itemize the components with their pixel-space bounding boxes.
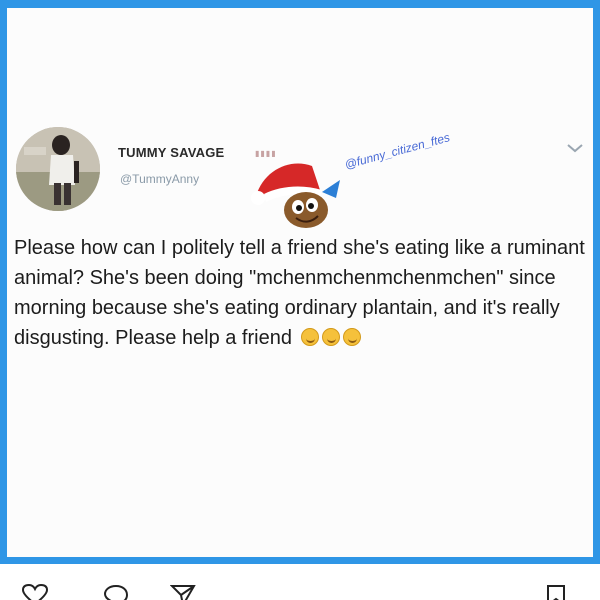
smile-emoji-icon [300, 328, 319, 346]
bookmark-icon[interactable] [546, 584, 566, 600]
post-action-bar [0, 574, 600, 600]
user-handle[interactable]: @TummyAnny [120, 172, 199, 186]
comment-icon[interactable] [103, 584, 129, 600]
chevron-down-icon[interactable] [566, 142, 584, 154]
tweet-body: Please how can I politely tell a friend … [14, 237, 585, 349]
santa-mascot-sticker [251, 163, 340, 228]
display-name[interactable]: TUMMY SAVAGE [118, 145, 224, 160]
smile-emoji-icon [342, 328, 361, 346]
tweet-text: Please how can I politely tell a friend … [14, 233, 589, 353]
smile-emoji-icon [321, 328, 340, 346]
avatar-photo [16, 127, 100, 211]
paper-plane-icon[interactable] [170, 584, 196, 600]
heart-icon[interactable] [22, 584, 48, 600]
avatar[interactable] [16, 127, 100, 211]
